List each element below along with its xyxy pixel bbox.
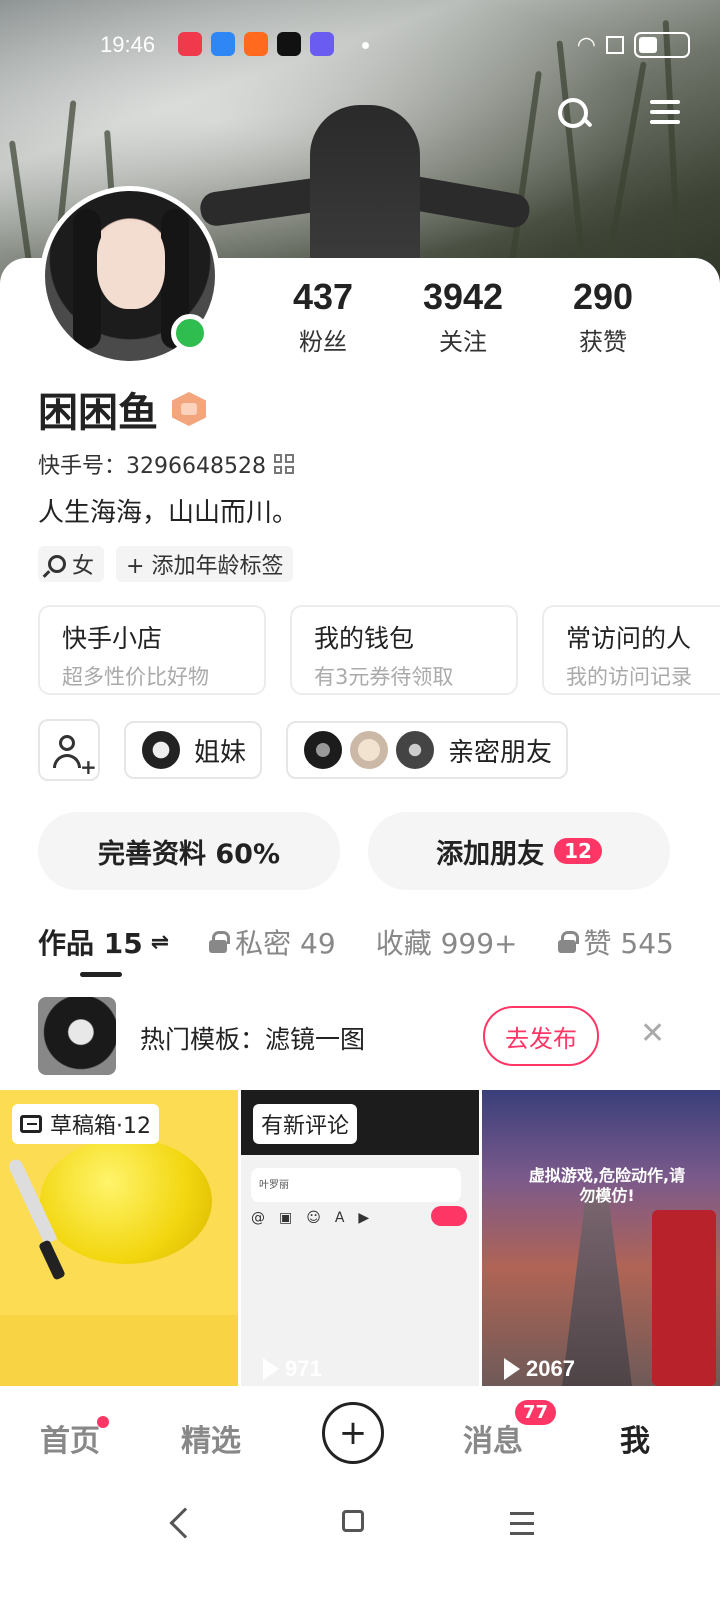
recents-icon[interactable] — [510, 1512, 534, 1535]
play-count: 2067 — [504, 1356, 575, 1382]
friend-groups: + 姐妹 亲密朋友 — [38, 719, 569, 781]
profile-stats: 437 粉丝 3942 关注 290 获赞 — [258, 276, 668, 357]
close-icon[interactable]: ✕ — [640, 1016, 665, 1051]
add-age-tag-button[interactable]: + 添加年龄标签 — [116, 546, 294, 582]
sisters-chip[interactable]: 姐妹 — [124, 721, 263, 779]
hot-template-banner: 热门模板：滤镜一图 去发布 ✕ — [0, 990, 720, 1080]
tiktok-app-icon — [277, 32, 301, 56]
drafts-label: 草稿箱·12 — [12, 1104, 159, 1144]
messages-badge: 77 — [515, 1400, 557, 1425]
tab-likes[interactable]: 赞 545 — [557, 920, 674, 964]
chat-app-icon — [310, 32, 334, 56]
feature-cards: 快手小店 超多性价比好物 我的钱包 有3元券待领取 常访问的人 我的访问记录 — [38, 605, 720, 695]
profile-tags: 女 + 添加年龄标签 — [38, 546, 294, 582]
more-notifications-dot — [362, 42, 369, 49]
new-comments-label: 有新评论 — [253, 1104, 358, 1144]
video-tile[interactable]: 叶罗丽 @ ▣ ☺ A ▶ 有新评论 971 — [241, 1090, 479, 1386]
game-warning-caption: 虚拟游戏,危险动作,请勿模仿! — [528, 1166, 686, 1205]
video-tile[interactable]: 虚拟游戏,危险动作,请勿模仿! 2067 — [482, 1090, 720, 1386]
nav-home[interactable]: 首页 — [40, 1416, 100, 1460]
nickname-text: 困困鱼 — [38, 390, 158, 436]
friend-avatar — [140, 729, 182, 771]
folder-icon — [20, 1115, 42, 1133]
friend-avatar — [394, 729, 437, 771]
card-wallet[interactable]: 我的钱包 有3元券待领取 — [290, 605, 518, 695]
lock-icon — [557, 931, 579, 953]
add-user-button[interactable]: + — [38, 719, 100, 781]
gender-tag[interactable]: 女 — [38, 546, 105, 582]
notification-icons — [178, 32, 334, 56]
tab-private[interactable]: 私密 49 — [209, 920, 336, 964]
create-plus-button[interactable]: + — [322, 1402, 384, 1464]
stat-likes[interactable]: 290 获赞 — [538, 276, 668, 357]
status-bar: 19:46 ◠ — [0, 28, 720, 64]
drafts-tile[interactable]: 草稿箱·12 — [0, 1090, 238, 1386]
video-app-icon — [178, 32, 202, 56]
female-icon — [48, 555, 66, 573]
wifi-icon: ◠ — [576, 32, 596, 58]
system-nav-bar — [0, 1486, 720, 1600]
template-text: 热门模板：滤镜一图 — [140, 1025, 366, 1054]
play-count: 971 — [263, 1356, 322, 1382]
works-grid: 草稿箱·12 叶罗丽 @ ▣ ☺ A ▶ 有新评论 971 虚拟游戏,危险动作,请勿模仿… — [0, 1090, 720, 1386]
play-icon — [504, 1358, 520, 1380]
search-icon[interactable] — [556, 96, 592, 132]
friend-avatar — [302, 729, 345, 771]
nav-messages[interactable]: 消息 — [463, 1416, 523, 1460]
active-tab-indicator — [80, 972, 122, 977]
status-time: 19:46 — [100, 32, 156, 57]
publish-button[interactable]: 去发布 — [483, 1006, 599, 1066]
battery-icon — [634, 32, 690, 58]
play-icon — [263, 1358, 279, 1380]
tab-works[interactable]: 作品 15 ⇌ — [38, 920, 169, 964]
sim-icon — [606, 36, 624, 54]
add-friends-count-badge: 12 — [554, 838, 602, 864]
template-thumbnail[interactable] — [38, 997, 116, 1075]
close-friends-chip[interactable]: 亲密朋友 — [286, 721, 569, 779]
profile-actions: 完善资料 60% 添加朋友 12 — [38, 812, 670, 890]
bio: 人生海海，山山而川。 — [38, 498, 299, 528]
play-app-icon — [244, 32, 268, 56]
nav-me[interactable]: 我 — [620, 1416, 650, 1460]
lemon-image — [40, 1138, 212, 1264]
stat-followers[interactable]: 437 粉丝 — [258, 276, 388, 357]
blue-app-icon — [211, 32, 235, 56]
complete-profile-button[interactable]: 完善资料 60% — [38, 812, 340, 890]
kuaishou-id-text: 快手号：3296648528 — [38, 454, 266, 479]
card-frequent-visitors[interactable]: 常访问的人 我的访问记录 — [542, 605, 720, 695]
nickname: 困困鱼 — [38, 380, 206, 438]
tab-favorites[interactable]: 收藏 999+ — [376, 920, 518, 964]
lock-icon — [209, 931, 231, 953]
content-tabs: 作品 15 ⇌ 私密 49 收藏 999+ 赞 545 — [38, 920, 720, 964]
add-friends-button[interactable]: 添加朋友 12 — [368, 812, 670, 890]
qr-code-icon[interactable] — [273, 454, 294, 474]
menu-icon[interactable] — [650, 96, 680, 124]
home-notification-dot — [97, 1416, 109, 1428]
sort-swap-icon[interactable]: ⇌ — [151, 930, 169, 955]
stat-following[interactable]: 3942 关注 — [398, 276, 528, 357]
kuaishou-id[interactable]: 快手号：3296648528 — [38, 448, 294, 480]
online-status-dot — [171, 314, 209, 352]
nav-featured[interactable]: 精选 — [181, 1416, 241, 1460]
back-icon[interactable] — [169, 1507, 201, 1539]
bottom-nav: 首页 精选 + 消息 77 我 — [0, 1386, 720, 1486]
screenshot-input: 叶罗丽 — [251, 1168, 461, 1202]
friend-avatar — [348, 729, 391, 771]
home-icon[interactable] — [342, 1510, 364, 1532]
card-kuaishou-shop[interactable]: 快手小店 超多性价比好物 — [38, 605, 266, 695]
level-badge-icon[interactable] — [172, 392, 206, 426]
